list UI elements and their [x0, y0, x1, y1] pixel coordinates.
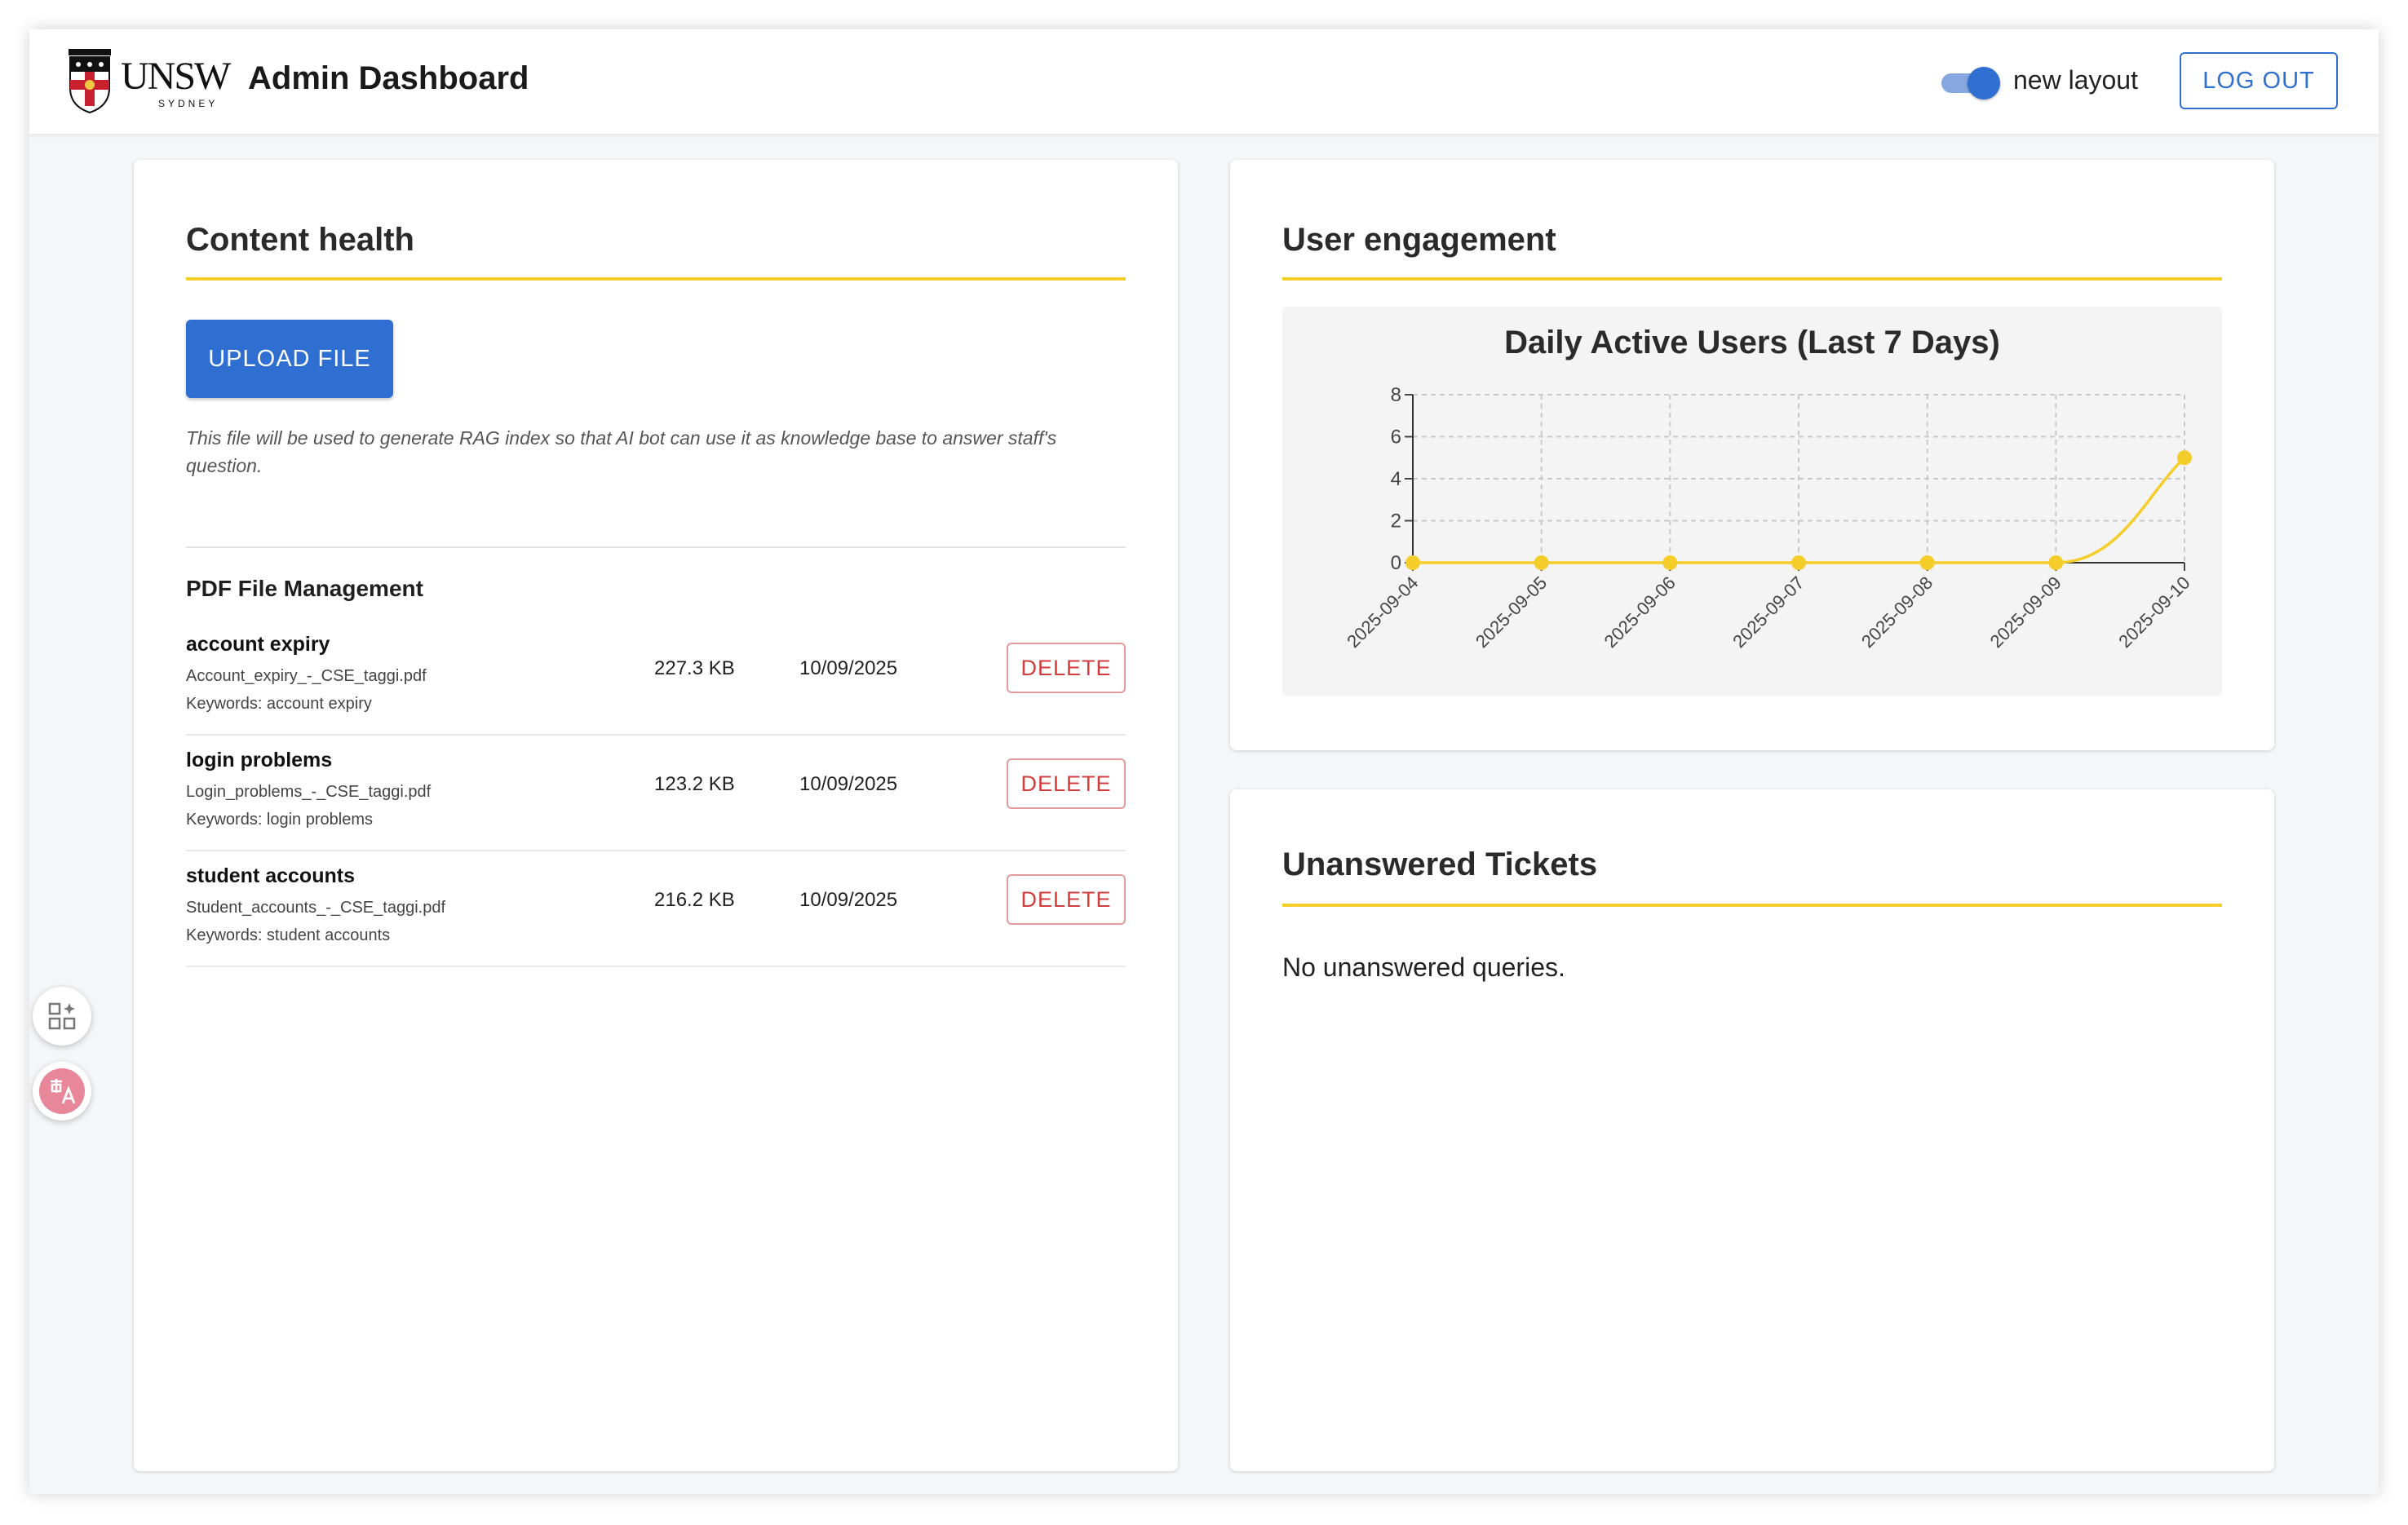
y-tick-label: 4	[1391, 468, 1401, 490]
app-header: UNSW SYDNEY Admin Dashboard new layout L…	[29, 29, 2379, 134]
data-point	[2048, 555, 2064, 570]
unsw-crest-icon	[69, 49, 111, 114]
file-row: account expiry Account_expiry_-_CSE_tagg…	[186, 620, 1126, 736]
file-size: 227.3 KB	[654, 657, 735, 679]
series-line	[1413, 456, 2186, 564]
file-keywords: Keywords: student accounts	[186, 926, 391, 944]
file-keywords: Keywords: account expiry	[186, 695, 372, 713]
file-date: 10/09/2025	[799, 657, 898, 679]
data-point	[1534, 555, 1549, 570]
x-tick-label: 2025-09-10	[2114, 572, 2193, 652]
x-tick-label: 2025-09-07	[1729, 572, 1808, 652]
delete-button[interactable]: DELETE	[1007, 874, 1126, 925]
logo-subtext: SYDNEY	[158, 98, 219, 109]
app-window: UNSW SYDNEY Admin Dashboard new layout L…	[29, 29, 2379, 1494]
file-size: 216.2 KB	[654, 889, 735, 911]
file-filename: Account_expiry_-_CSE_taggi.pdf	[186, 667, 427, 685]
logo-wordmark: UNSW	[121, 55, 231, 98]
data-point	[1662, 555, 1678, 570]
logout-button[interactable]: LOG OUT	[2180, 52, 2338, 109]
unanswered-tickets-card: Unanswered Tickets No unanswered queries…	[1230, 789, 2274, 1471]
data-point	[1791, 555, 1806, 570]
y-tick-label: 8	[1391, 384, 1401, 406]
file-name: login problems	[186, 749, 333, 771]
file-filename: Student_accounts_-_CSE_taggi.pdf	[186, 899, 445, 917]
delete-button[interactable]: DELETE	[1007, 643, 1126, 693]
user-engagement-title: User engagement	[1282, 222, 1556, 258]
new-layout-toggle[interactable]	[1938, 65, 2002, 99]
y-tick-label: 6	[1391, 427, 1401, 449]
delete-button[interactable]: DELETE	[1007, 758, 1126, 809]
upload-note: This file will be used to generate RAG i…	[186, 427, 1057, 476]
new-layout-label: new layout	[2013, 65, 2138, 95]
user-engagement-card: User engagement Daily Active Users (Last…	[1230, 160, 2274, 750]
data-point	[1405, 555, 1420, 570]
file-row: student accounts Student_accounts_-_CSE_…	[186, 851, 1126, 967]
unsw-logo[interactable]: UNSW SYDNEY	[67, 47, 255, 116]
file-filename: Login_problems_-_CSE_taggi.pdf	[186, 783, 432, 801]
file-date: 10/09/2025	[799, 773, 898, 795]
toggle-thumb	[1968, 67, 2000, 99]
x-tick-label: 2025-09-08	[1857, 572, 1937, 652]
empty-tickets-message: No unanswered queries.	[1282, 953, 1565, 982]
tickets-title: Unanswered Tickets	[1282, 846, 1598, 882]
divider	[186, 546, 1126, 548]
daily-active-users-chart: 0 2 4 6 8 2025-09-04 2025-09-05 2025-09-06 2025-…	[1343, 384, 2193, 652]
file-size: 123.2 KB	[654, 773, 735, 795]
translate-button[interactable]	[33, 1062, 91, 1121]
title-underline	[186, 277, 1126, 281]
x-tick-label: 2025-09-06	[1600, 572, 1680, 652]
chart-panel: Daily Active Users (Last 7 Days) 0 2 4 6 8 20…	[1282, 307, 2222, 696]
data-point	[1919, 555, 1935, 570]
file-keywords: Keywords: login problems	[186, 811, 373, 829]
y-tick-label: 0	[1391, 552, 1401, 574]
x-tick-label: 2025-09-05	[1472, 572, 1551, 652]
title-underline	[1282, 904, 2222, 907]
y-tick-label: 2	[1391, 511, 1401, 533]
title-underline	[1282, 277, 2222, 281]
file-name: account expiry	[186, 633, 330, 656]
content-health-card: Content health UPLOAD FILE This file wil…	[134, 160, 1178, 1471]
content-health-title: Content health	[186, 222, 414, 258]
translate-icon	[39, 1068, 85, 1114]
pdf-management-title: PDF File Management	[186, 576, 423, 601]
file-date: 10/09/2025	[799, 889, 898, 911]
x-tick-label: 2025-09-09	[1986, 572, 2065, 652]
file-row: login problems Login_problems_-_CSE_tagg…	[186, 736, 1126, 851]
x-tick-label: 2025-09-04	[1343, 572, 1422, 652]
file-name: student accounts	[186, 864, 355, 887]
data-point	[2177, 450, 2192, 466]
upload-file-button[interactable]: UPLOAD FILE	[186, 320, 393, 398]
page-title: Admin Dashboard	[248, 60, 529, 96]
apps-sparkle-button[interactable]	[33, 987, 91, 1045]
apps-sparkle-icon	[48, 1002, 76, 1030]
